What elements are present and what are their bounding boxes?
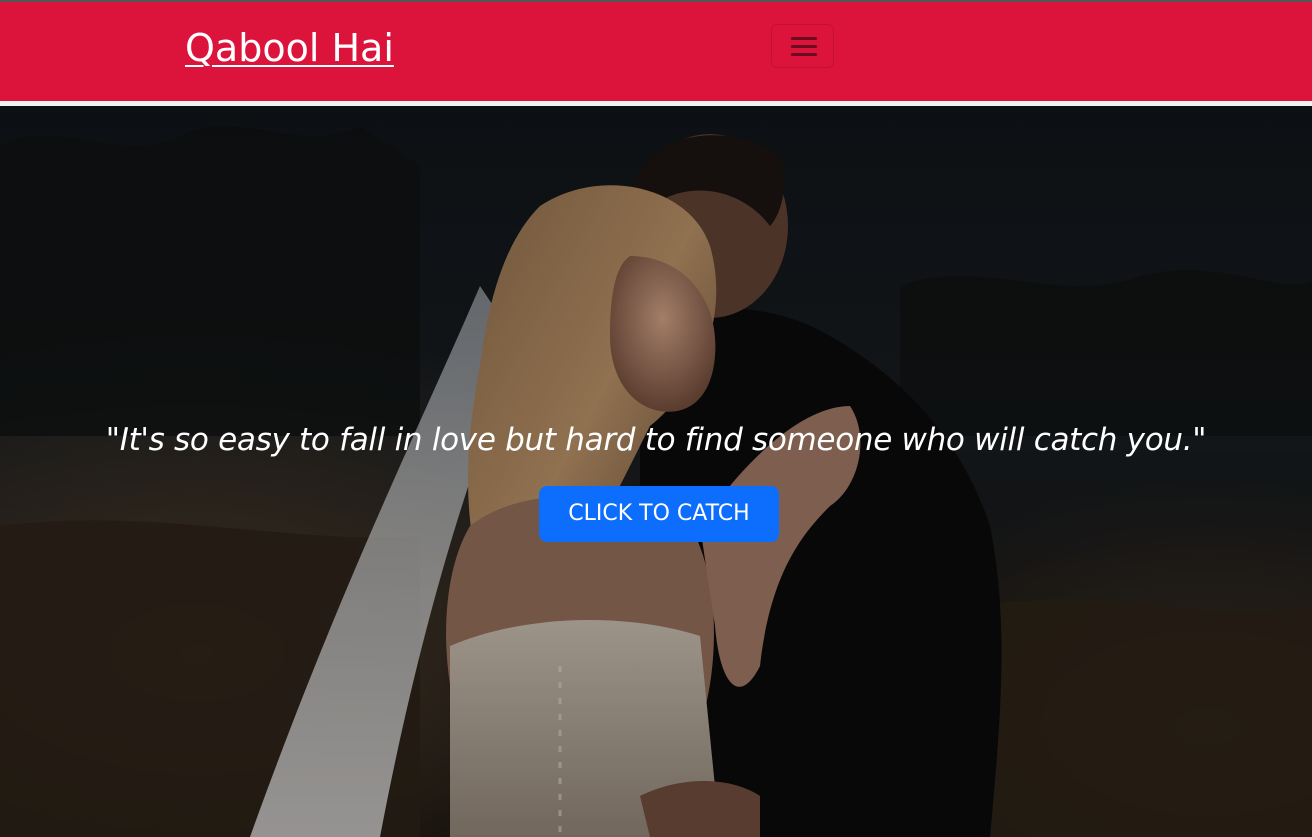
hamburger-menu-icon — [791, 36, 817, 58]
click-to-catch-button[interactable]: CLICK TO CATCH — [539, 486, 779, 542]
navbar-toggler-button[interactable] — [771, 24, 834, 68]
hero-dark-overlay — [0, 106, 1312, 837]
hero-quote: "It's so easy to fall in love but hard t… — [105, 422, 1207, 458]
navbar: Qabool Hai — [0, 2, 1312, 101]
hero-section: "It's so easy to fall in love but hard t… — [0, 106, 1312, 837]
brand-link[interactable]: Qabool Hai — [185, 25, 394, 71]
